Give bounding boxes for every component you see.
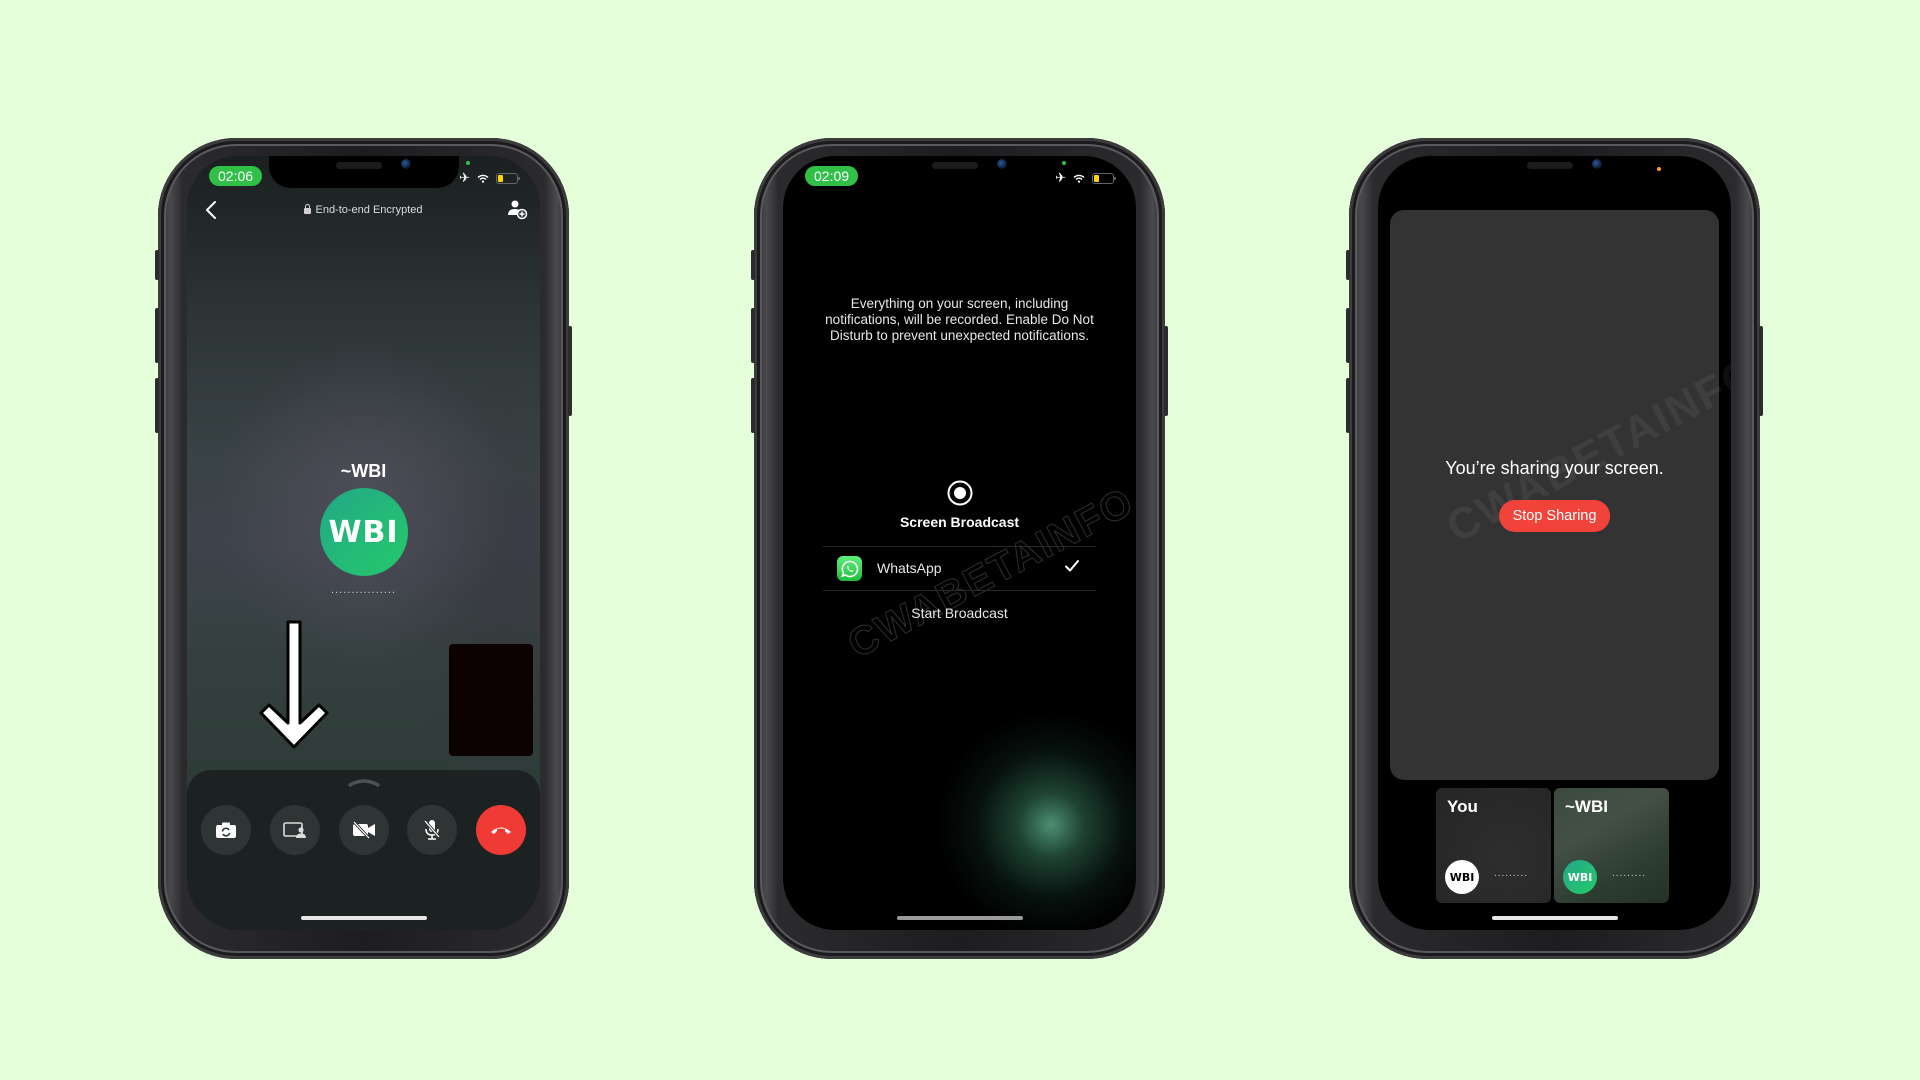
home-indicator[interactable] bbox=[1491, 916, 1618, 920]
privacy-indicator bbox=[1062, 161, 1066, 165]
flip-camera-button[interactable] bbox=[201, 805, 251, 855]
airplane-icon: ✈ bbox=[1055, 170, 1066, 185]
encryption-label: End-to-end Encrypted bbox=[187, 204, 540, 216]
airplane-icon: ✈ bbox=[459, 170, 470, 185]
contact-name: ~WBI bbox=[340, 461, 387, 481]
mic-off-icon bbox=[424, 820, 441, 840]
call-status: ................ bbox=[331, 584, 396, 596]
privacy-indicator bbox=[466, 161, 470, 165]
broadcast-title: Screen Broadcast bbox=[899, 514, 1020, 530]
side-button bbox=[1346, 250, 1350, 280]
add-participant-button[interactable] bbox=[506, 198, 528, 220]
phone-sharing-screen: CWABETAINFO You’re sharing your screen. … bbox=[1346, 138, 1763, 959]
wifi-icon bbox=[1073, 174, 1085, 183]
home-indicator[interactable] bbox=[896, 916, 1023, 920]
participant-tile-you[interactable]: You WBI ......... bbox=[1436, 788, 1551, 903]
front-camera bbox=[400, 159, 411, 169]
home-indicator[interactable] bbox=[300, 916, 427, 920]
participant-avatar: WBI bbox=[1445, 860, 1479, 894]
volume-down-button bbox=[155, 378, 159, 433]
participant-status: ......... bbox=[1494, 868, 1529, 879]
lock-icon bbox=[304, 204, 312, 214]
battery-icon bbox=[1092, 172, 1116, 184]
sharing-status-text: You’re sharing your screen. bbox=[1445, 458, 1664, 478]
broadcast-warning: Everything on your screen, including not… bbox=[825, 296, 1094, 343]
participant-name: ~WBI bbox=[1565, 797, 1608, 816]
speaker-grille bbox=[1526, 162, 1573, 169]
video-off-button[interactable] bbox=[338, 805, 389, 855]
notch bbox=[1459, 156, 1650, 188]
power-button bbox=[1759, 326, 1763, 416]
participant-name: You bbox=[1447, 797, 1478, 816]
speaker-grille bbox=[931, 162, 978, 169]
call-controls-sheet bbox=[187, 770, 540, 930]
wifi-icon bbox=[477, 174, 489, 183]
speaker-grille bbox=[335, 162, 382, 169]
front-camera bbox=[1591, 159, 1602, 169]
volume-down-button bbox=[751, 378, 755, 433]
privacy-indicator bbox=[1657, 167, 1661, 171]
stop-sharing-button[interactable]: Stop Sharing bbox=[1498, 500, 1611, 532]
share-screen-button[interactable] bbox=[269, 805, 320, 855]
participant-tile-wbi[interactable]: ~WBI WBI ......... bbox=[1554, 788, 1669, 903]
app-name: WhatsApp bbox=[877, 560, 942, 576]
self-video-preview[interactable] bbox=[449, 644, 533, 756]
screen: 02:06 ✈ End-to-end Encrypted ~WBI WBI ..… bbox=[187, 156, 540, 930]
camera-flip-icon bbox=[216, 822, 236, 838]
screen: 02:09 ✈ CWABETAINFO Everything on your s… bbox=[783, 156, 1136, 930]
notch bbox=[268, 156, 459, 188]
phone-broadcast-picker: 02:09 ✈ CWABETAINFO Everything on your s… bbox=[751, 138, 1168, 959]
call-controls bbox=[201, 805, 526, 855]
phone-call-screen: 02:06 ✈ End-to-end Encrypted ~WBI WBI ..… bbox=[155, 138, 572, 959]
front-camera bbox=[996, 159, 1007, 169]
power-button bbox=[568, 326, 572, 416]
volume-up-button bbox=[751, 308, 755, 363]
status-icons: ✈ bbox=[459, 170, 520, 186]
participant-avatar: WBI bbox=[1563, 860, 1597, 894]
touch-indicator bbox=[936, 710, 1136, 930]
checkmark-icon bbox=[1065, 560, 1079, 572]
status-icons: ✈ bbox=[1055, 170, 1116, 186]
notch bbox=[864, 156, 1055, 188]
video-off-icon bbox=[352, 821, 375, 839]
participant-status: ......... bbox=[1612, 868, 1647, 879]
start-broadcast-button[interactable]: Start Broadcast bbox=[783, 605, 1136, 621]
side-button bbox=[155, 250, 159, 280]
whatsapp-icon bbox=[837, 556, 862, 581]
call-header: End-to-end Encrypted bbox=[187, 196, 540, 226]
power-button bbox=[1164, 326, 1168, 416]
volume-down-button bbox=[1346, 378, 1350, 433]
mute-button[interactable] bbox=[407, 805, 458, 855]
down-arrow-annotation bbox=[259, 620, 329, 749]
screen-share-icon bbox=[282, 822, 306, 838]
volume-up-button bbox=[1346, 308, 1350, 363]
shared-screen-panel: CWABETAINFO You’re sharing your screen. … bbox=[1390, 210, 1731, 780]
sheet-expand-handle[interactable] bbox=[347, 777, 381, 787]
end-call-icon bbox=[491, 827, 511, 834]
divider bbox=[823, 590, 1096, 591]
end-call-button[interactable] bbox=[476, 805, 526, 855]
side-button bbox=[751, 250, 755, 280]
status-time: 02:09 bbox=[805, 166, 859, 186]
volume-up-button bbox=[155, 308, 159, 363]
record-icon bbox=[947, 480, 972, 506]
screen: CWABETAINFO You’re sharing your screen. … bbox=[1378, 156, 1731, 930]
contact-avatar: WBI bbox=[319, 488, 408, 576]
status-time: 02:06 bbox=[209, 166, 263, 186]
app-option-whatsapp[interactable]: WhatsApp bbox=[823, 546, 1096, 590]
battery-icon bbox=[496, 172, 520, 184]
